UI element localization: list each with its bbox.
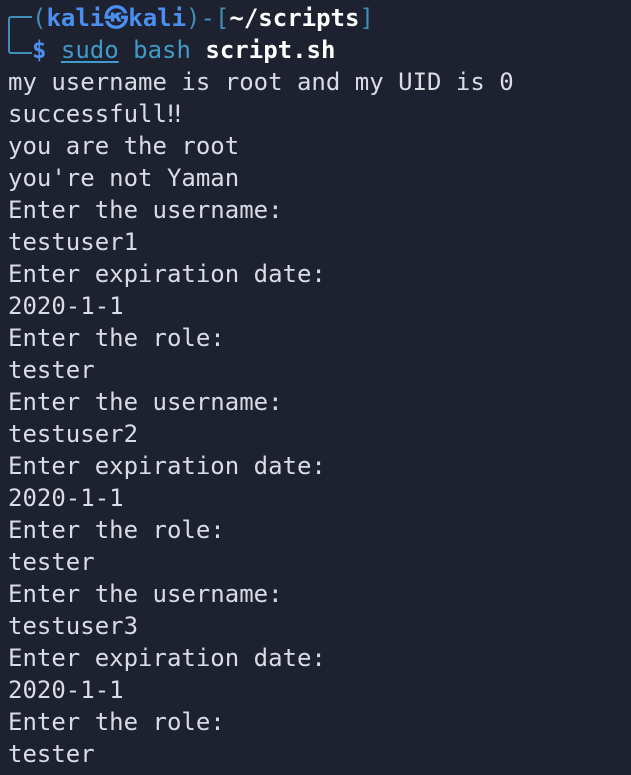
prompt-corner-top: [8, 16, 32, 34]
prompt-line-command[interactable]: $ sudo bash script.sh: [8, 34, 631, 66]
output-line: testuser2: [8, 420, 139, 448]
command-argument: script.sh: [205, 36, 336, 64]
output-line: Enter the role:: [8, 708, 225, 736]
output-line: successfull‼: [8, 100, 182, 128]
prompt-open-bracket: [: [214, 4, 230, 32]
output-line: Enter the username:: [8, 388, 283, 416]
output-line: Enter expiration date:: [8, 452, 326, 480]
output-line: tester: [8, 548, 95, 576]
prompt-path: ~/scripts: [229, 4, 360, 32]
prompt-close-paren: ): [186, 4, 201, 32]
output-line: Enter the role:: [8, 324, 225, 352]
output-line: you're not Yaman: [8, 164, 240, 192]
command-sudo: sudo: [60, 36, 119, 64]
output-line: 2020-1-1: [8, 292, 124, 320]
prompt-open-paren: (: [32, 4, 47, 32]
output-line: Enter expiration date:: [8, 644, 326, 672]
output-line: Enter expiration date:: [8, 260, 326, 288]
output-line: 2020-1-1: [8, 484, 124, 512]
prompt-close-bracket: ]: [359, 4, 374, 32]
terminal-window[interactable]: (kali㉿kali)-[~/scripts] $ sudo bash scri…: [0, 0, 631, 775]
output-line: tester: [8, 356, 95, 384]
prompt-corner-bottom: [8, 34, 32, 54]
output-line: you are the root: [8, 132, 240, 160]
prompt-dash: -: [200, 4, 215, 32]
output-line: testuser3: [8, 612, 139, 640]
output-line: Enter the role:: [8, 516, 225, 544]
command-bash: bash: [133, 36, 191, 64]
prompt-user: kali: [46, 4, 105, 32]
output-line: testuser1: [8, 228, 139, 256]
output-line: Enter the username:: [8, 196, 283, 224]
prompt-host: kali: [128, 4, 187, 32]
prompt-dollar: $: [32, 36, 47, 64]
prompt-line-top: (kali㉿kali)-[~/scripts]: [8, 2, 631, 34]
prompt-at-symbol: ㉿: [104, 4, 129, 32]
output-line: 2020-1-1: [8, 676, 124, 704]
output-line: tester: [8, 740, 95, 768]
output-line: Enter the username:: [8, 580, 283, 608]
output-line: my username is root and my UID is 0: [8, 68, 514, 96]
